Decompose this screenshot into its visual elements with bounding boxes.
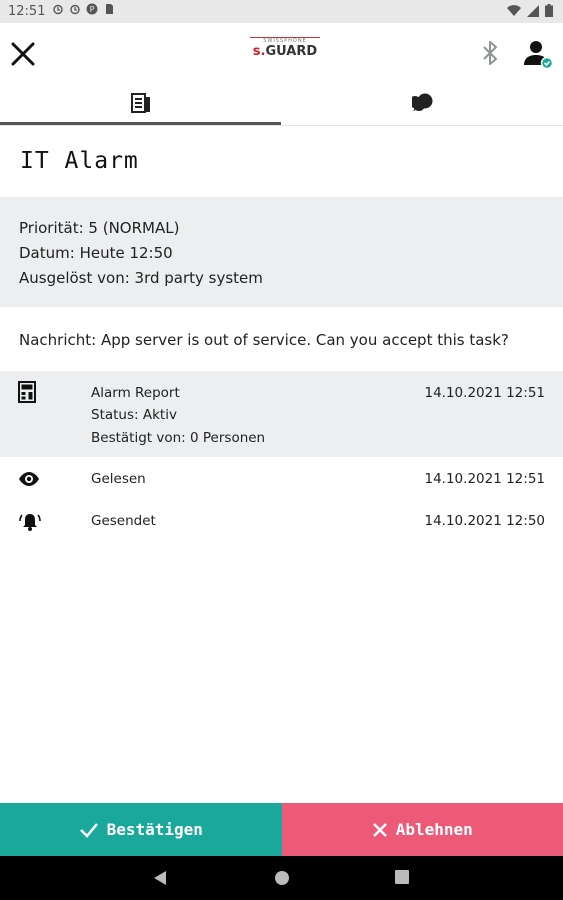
logo-name: GUARD [265, 44, 318, 59]
close-button[interactable] [10, 41, 36, 67]
bluetooth-icon [483, 41, 497, 65]
back-icon[interactable] [153, 870, 167, 886]
reject-button[interactable]: Ablehnen [281, 803, 563, 856]
bluetooth-button[interactable] [478, 39, 502, 67]
status-system-icons [507, 4, 553, 17]
sd-card-icon [103, 3, 115, 15]
confirm-button[interactable]: Bestätigen [0, 803, 282, 856]
history-sent-time: 14.10.2021 12:50 [424, 513, 546, 529]
history-sent-label: Gesendet [91, 513, 156, 529]
chat-icon [412, 93, 433, 111]
tab-chat[interactable] [282, 81, 563, 125]
app-logo: SWISSPHONE s.GUARD [250, 37, 320, 59]
user-profile-button[interactable] [522, 38, 554, 70]
close-icon [11, 42, 35, 66]
status-bar: 12:51 P [0, 0, 563, 23]
alarm-date: Datum: Heute 12:50 [19, 244, 173, 262]
svg-text:P: P [90, 5, 95, 14]
check-icon [79, 822, 98, 838]
wifi-icon [507, 4, 521, 16]
signal-icon [527, 4, 539, 17]
alarm-message: Nachricht: App server is out of service.… [19, 331, 509, 349]
history-read-row: Gelesen 14.10.2021 12:51 [0, 469, 563, 493]
alarm-priority: Priorität: 5 (NORMAL) [19, 219, 180, 237]
home-icon[interactable] [274, 870, 290, 886]
alarm-info-block: Priorität: 5 (NORMAL) Datum: Heute 12:50… [0, 197, 563, 307]
eye-icon [18, 471, 40, 490]
alarm-triggered-by: Ausgelöst von: 3rd party system [19, 269, 263, 287]
reject-label: Ablehnen [395, 820, 473, 839]
alarm-notification-icon [69, 3, 81, 15]
close-icon [372, 822, 387, 837]
app-bar: SWISSPHONE s.GUARD [0, 23, 563, 81]
action-bar: Bestätigen Ablehnen [0, 803, 563, 856]
bell-icon [18, 510, 42, 536]
status-time: 12:51 [8, 4, 46, 19]
alarm-title: IT Alarm [20, 148, 139, 174]
recents-icon[interactable] [395, 870, 409, 884]
confirm-label: Bestätigen [106, 820, 203, 839]
history-report-title: Alarm Report [91, 385, 180, 401]
app-notification-icon: P [86, 3, 98, 15]
history-report-row: Alarm Report Status: Aktiv Bestätigt von… [0, 371, 563, 457]
history-report-confirmed: Bestätigt von: 0 Personen [91, 430, 266, 446]
system-navigation-bar [0, 856, 563, 900]
tab-bar [0, 81, 563, 126]
logo-prefix: s. [252, 44, 266, 59]
tab-details[interactable] [0, 81, 281, 125]
history-read-time: 14.10.2021 12:51 [424, 471, 546, 487]
history-report-status: Status: Aktiv [91, 407, 177, 423]
history-read-label: Gelesen [91, 471, 146, 487]
user-icon [524, 41, 554, 70]
history-report-time: 14.10.2021 12:51 [424, 385, 546, 401]
status-notification-icons: P [52, 3, 115, 15]
report-icon [18, 381, 36, 407]
history-sent-row: Gesendet 14.10.2021 12:50 [0, 510, 563, 536]
battery-icon [545, 4, 553, 17]
details-icon [131, 93, 150, 113]
alarm-notification-icon [52, 3, 64, 15]
